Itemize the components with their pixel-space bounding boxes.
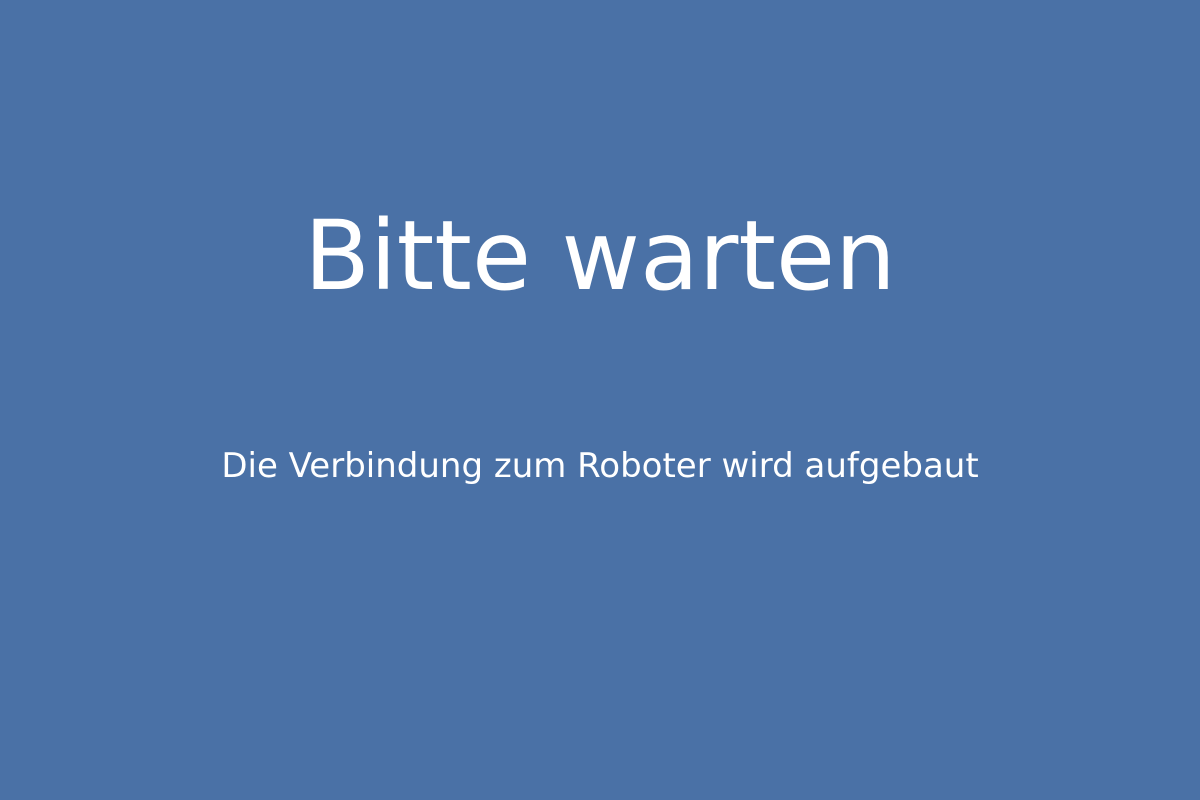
wait-title: Bitte warten (304, 200, 896, 312)
connection-status-message: Die Verbindung zum Roboter wird aufgebau… (221, 446, 979, 486)
loading-screen: Bitte warten Die Verbindung zum Roboter … (0, 0, 1200, 800)
